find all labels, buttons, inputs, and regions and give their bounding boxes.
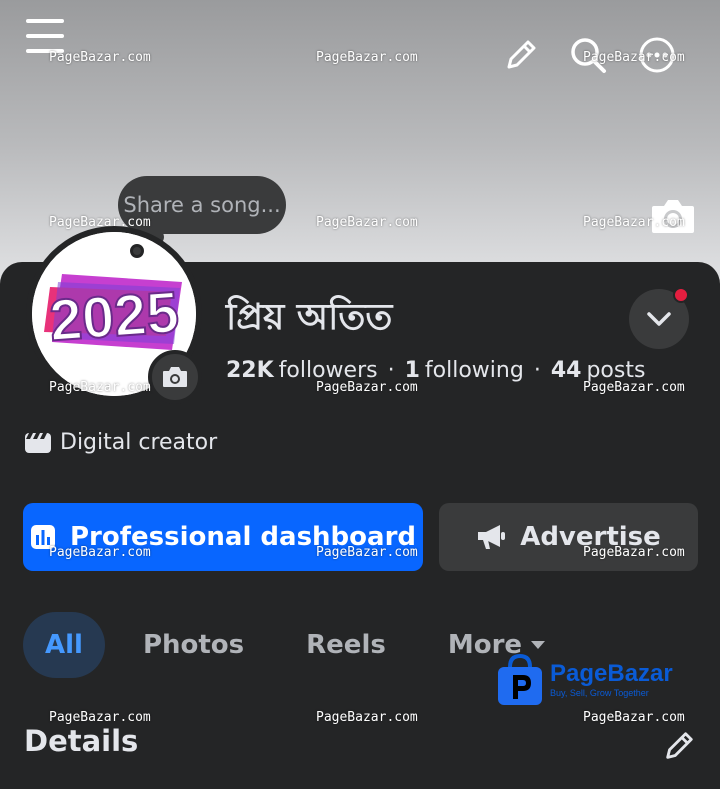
posts-count: 44 <box>550 358 582 383</box>
stats-separator: · <box>533 358 541 383</box>
pencil-icon[interactable] <box>500 34 542 76</box>
caret-down-icon <box>530 640 546 650</box>
tab-photos-label: Photos <box>142 630 245 660</box>
notification-dot <box>673 287 689 303</box>
watermark-text: PageBazar.com <box>49 380 151 395</box>
watermark-text: PageBazar.com <box>583 710 685 725</box>
logo-tagline: Buy, Sell, Grow Together <box>550 688 649 698</box>
following-label[interactable]: following <box>425 358 524 383</box>
watermark-text: PageBazar.com <box>316 380 418 395</box>
shopping-bag-icon <box>498 653 542 705</box>
tab-reels[interactable]: Reels <box>306 612 386 678</box>
watermark-text: PageBazar.com <box>316 215 418 230</box>
watermark-text: PageBazar.com <box>583 50 685 65</box>
tab-all-label: All <box>45 630 83 660</box>
tab-photos[interactable]: Photos <box>143 612 244 678</box>
category-label: Digital creator <box>60 430 218 455</box>
share-song-label: Share a song... <box>123 193 281 217</box>
details-heading: Details <box>24 724 139 758</box>
professional-dashboard-button[interactable]: Professional dashboard <box>23 503 423 571</box>
megaphone-icon <box>476 523 506 551</box>
watermark-text: PageBazar.com <box>49 710 151 725</box>
watermark-text: PageBazar.com <box>583 380 685 395</box>
followers-count[interactable]: 22K <box>226 358 274 383</box>
watermark-text: PageBazar.com <box>49 545 151 560</box>
watermark-text: PageBazar.com <box>49 50 151 65</box>
camera-icon <box>163 367 187 387</box>
watermark-text: PageBazar.com <box>583 545 685 560</box>
song-bubble-dot-inner <box>133 247 141 255</box>
pencil-icon[interactable] <box>660 727 698 765</box>
pagebazar-logo: PageBazar Buy, Sell, Grow Together <box>496 652 676 708</box>
chevron-down-icon <box>647 312 671 326</box>
watermark-text: PageBazar.com <box>316 545 418 560</box>
tab-reels-label: Reels <box>306 630 386 660</box>
clapperboard-icon <box>24 431 52 455</box>
tab-all[interactable]: All <box>23 612 105 678</box>
advertise-button[interactable]: Advertise <box>439 503 698 571</box>
avatar-year-text: 2025 <box>48 280 181 354</box>
logo-name: PageBazar <box>550 660 673 687</box>
watermark-text: PageBazar.com <box>49 215 151 230</box>
watermark-text: PageBazar.com <box>316 710 418 725</box>
profile-name: প্রিয় অতিত <box>226 297 393 338</box>
profile-category: Digital creator <box>24 430 217 455</box>
watermark-text: PageBazar.com <box>316 50 418 65</box>
avatar-camera-button[interactable] <box>148 350 202 404</box>
watermark-text: PageBazar.com <box>583 215 685 230</box>
